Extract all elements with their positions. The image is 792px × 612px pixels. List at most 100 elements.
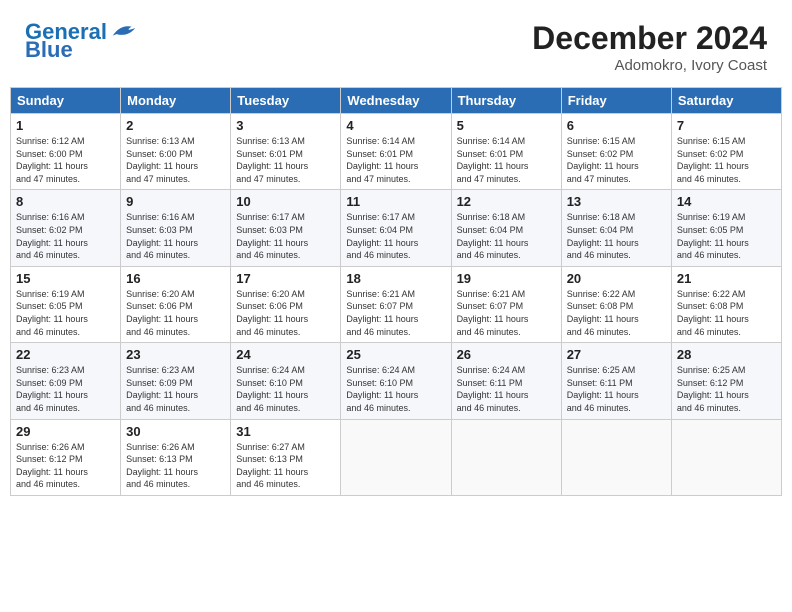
day-sun-info: Sunrise: 6:15 AMSunset: 6:02 PMDaylight:… [567,135,666,185]
month-title: December 2024 [532,20,767,57]
day-number: 10 [236,194,335,209]
day-number: 4 [346,118,445,133]
day-number: 12 [457,194,556,209]
day-sun-info: Sunrise: 6:24 AMSunset: 6:10 PMDaylight:… [346,364,445,414]
day-number: 22 [16,347,115,362]
day-sun-info: Sunrise: 6:22 AMSunset: 6:08 PMDaylight:… [677,288,776,338]
day-number: 31 [236,424,335,439]
title-area: December 2024 Adomokro, Ivory Coast [532,20,767,74]
day-sun-info: Sunrise: 6:14 AMSunset: 6:01 PMDaylight:… [346,135,445,185]
day-sun-info: Sunrise: 6:20 AMSunset: 6:06 PMDaylight:… [126,288,225,338]
calendar-cell: 27 Sunrise: 6:25 AMSunset: 6:11 PMDayligh… [561,343,671,419]
day-number: 27 [567,347,666,362]
calendar-cell: 7 Sunrise: 6:15 AMSunset: 6:02 PMDaylight… [671,114,781,190]
day-number: 29 [16,424,115,439]
calendar-cell [561,419,671,495]
day-number: 23 [126,347,225,362]
day-number: 18 [346,271,445,286]
day-sun-info: Sunrise: 6:25 AMSunset: 6:12 PMDaylight:… [677,364,776,414]
day-sun-info: Sunrise: 6:13 AMSunset: 6:00 PMDaylight:… [126,135,225,185]
calendar-cell [341,419,451,495]
calendar-cell: 1Sunrise: 6:12 AMSunset: 6:00 PMDaylight… [11,114,121,190]
day-number: 3 [236,118,335,133]
day-number: 16 [126,271,225,286]
day-number: 7 [677,118,776,133]
calendar-cell [671,419,781,495]
calendar-cell: 19 Sunrise: 6:21 AMSunset: 6:07 PMDayligh… [451,266,561,342]
calendar-cell: 24 Sunrise: 6:24 AMSunset: 6:10 PMDayligh… [231,343,341,419]
calendar-cell: 30 Sunrise: 6:26 AMSunset: 6:13 PMDayligh… [121,419,231,495]
calendar-week-row: 8 Sunrise: 6:16 AMSunset: 6:02 PMDaylight… [11,190,782,266]
day-number: 14 [677,194,776,209]
calendar-cell: 20 Sunrise: 6:22 AMSunset: 6:08 PMDayligh… [561,266,671,342]
calendar-cell: 6 Sunrise: 6:15 AMSunset: 6:02 PMDaylight… [561,114,671,190]
day-sun-info: Sunrise: 6:26 AMSunset: 6:13 PMDaylight:… [126,441,225,491]
calendar-cell: 21 Sunrise: 6:22 AMSunset: 6:08 PMDayligh… [671,266,781,342]
day-number: 25 [346,347,445,362]
day-sun-info: Sunrise: 6:12 AMSunset: 6:00 PMDaylight:… [16,135,115,185]
calendar-cell: 13 Sunrise: 6:18 AMSunset: 6:04 PMDayligh… [561,190,671,266]
calendar-cell: 29 Sunrise: 6:26 AMSunset: 6:12 PMDayligh… [11,419,121,495]
col-header-tuesday: Tuesday [231,88,341,114]
day-sun-info: Sunrise: 6:18 AMSunset: 6:04 PMDaylight:… [457,211,556,261]
day-number: 11 [346,194,445,209]
calendar-cell: 25 Sunrise: 6:24 AMSunset: 6:10 PMDayligh… [341,343,451,419]
day-sun-info: Sunrise: 6:16 AMSunset: 6:02 PMDaylight:… [16,211,115,261]
day-sun-info: Sunrise: 6:24 AMSunset: 6:11 PMDaylight:… [457,364,556,414]
calendar-cell: 12 Sunrise: 6:18 AMSunset: 6:04 PMDayligh… [451,190,561,266]
day-sun-info: Sunrise: 6:27 AMSunset: 6:13 PMDaylight:… [236,441,335,491]
day-sun-info: Sunrise: 6:23 AMSunset: 6:09 PMDaylight:… [16,364,115,414]
day-number: 8 [16,194,115,209]
logo-text2: Blue [25,38,73,62]
day-number: 9 [126,194,225,209]
day-sun-info: Sunrise: 6:21 AMSunset: 6:07 PMDaylight:… [346,288,445,338]
calendar-cell: 4 Sunrise: 6:14 AMSunset: 6:01 PMDaylight… [341,114,451,190]
calendar-cell: 17Sunrise: 6:20 AMSunset: 6:06 PMDayligh… [231,266,341,342]
day-number: 26 [457,347,556,362]
calendar-cell: 28Sunrise: 6:25 AMSunset: 6:12 PMDayligh… [671,343,781,419]
col-header-saturday: Saturday [671,88,781,114]
day-sun-info: Sunrise: 6:26 AMSunset: 6:12 PMDaylight:… [16,441,115,491]
day-sun-info: Sunrise: 6:25 AMSunset: 6:11 PMDaylight:… [567,364,666,414]
day-number: 24 [236,347,335,362]
day-sun-info: Sunrise: 6:22 AMSunset: 6:08 PMDaylight:… [567,288,666,338]
day-number: 15 [16,271,115,286]
day-sun-info: Sunrise: 6:19 AMSunset: 6:05 PMDaylight:… [677,211,776,261]
calendar-cell: 8 Sunrise: 6:16 AMSunset: 6:02 PMDaylight… [11,190,121,266]
day-number: 30 [126,424,225,439]
day-number: 13 [567,194,666,209]
day-sun-info: Sunrise: 6:15 AMSunset: 6:02 PMDaylight:… [677,135,776,185]
calendar-cell: 15Sunrise: 6:19 AMSunset: 6:05 PMDayligh… [11,266,121,342]
calendar-cell: 5 Sunrise: 6:14 AMSunset: 6:01 PMDaylight… [451,114,561,190]
location-subtitle: Adomokro, Ivory Coast [532,57,767,74]
col-header-sunday: Sunday [11,88,121,114]
calendar-cell: 3 Sunrise: 6:13 AMSunset: 6:01 PMDaylight… [231,114,341,190]
calendar-week-row: 1Sunrise: 6:12 AMSunset: 6:00 PMDaylight… [11,114,782,190]
col-header-monday: Monday [121,88,231,114]
day-sun-info: Sunrise: 6:16 AMSunset: 6:03 PMDaylight:… [126,211,225,261]
col-header-thursday: Thursday [451,88,561,114]
calendar-cell: 11 Sunrise: 6:17 AMSunset: 6:04 PMDayligh… [341,190,451,266]
day-sun-info: Sunrise: 6:13 AMSunset: 6:01 PMDaylight:… [236,135,335,185]
calendar-cell: 18 Sunrise: 6:21 AMSunset: 6:07 PMDayligh… [341,266,451,342]
day-sun-info: Sunrise: 6:23 AMSunset: 6:09 PMDaylight:… [126,364,225,414]
day-number: 5 [457,118,556,133]
day-sun-info: Sunrise: 6:14 AMSunset: 6:01 PMDaylight:… [457,135,556,185]
day-sun-info: Sunrise: 6:17 AMSunset: 6:04 PMDaylight:… [346,211,445,261]
day-sun-info: Sunrise: 6:21 AMSunset: 6:07 PMDaylight:… [457,288,556,338]
calendar-cell: 26 Sunrise: 6:24 AMSunset: 6:11 PMDayligh… [451,343,561,419]
calendar-table: SundayMondayTuesdayWednesdayThursdayFrid… [10,87,782,496]
calendar-cell: 10Sunrise: 6:17 AMSunset: 6:03 PMDayligh… [231,190,341,266]
day-number: 21 [677,271,776,286]
day-sun-info: Sunrise: 6:20 AMSunset: 6:06 PMDaylight:… [236,288,335,338]
calendar-cell: 31 Sunrise: 6:27 AMSunset: 6:13 PMDayligh… [231,419,341,495]
day-sun-info: Sunrise: 6:18 AMSunset: 6:04 PMDaylight:… [567,211,666,261]
day-number: 19 [457,271,556,286]
logo: General Blue [25,20,139,62]
calendar-cell [451,419,561,495]
day-number: 20 [567,271,666,286]
calendar-week-row: 15Sunrise: 6:19 AMSunset: 6:05 PMDayligh… [11,266,782,342]
calendar-cell: 16 Sunrise: 6:20 AMSunset: 6:06 PMDayligh… [121,266,231,342]
day-number: 6 [567,118,666,133]
day-sun-info: Sunrise: 6:24 AMSunset: 6:10 PMDaylight:… [236,364,335,414]
